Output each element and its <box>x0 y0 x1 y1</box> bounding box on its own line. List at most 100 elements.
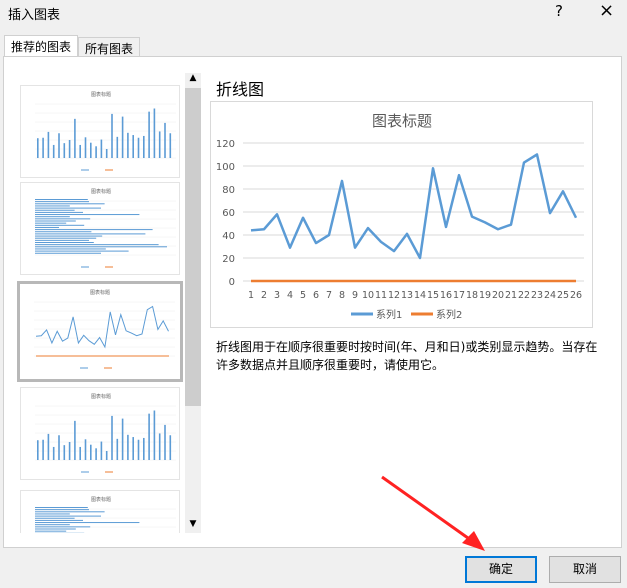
line-chart: 图表标题0204060801001201 2 3 4 5 6 7 8 9 10 11 12 13 14 15… <box>216 112 584 321</box>
series-line-1 <box>250 153 578 260</box>
thumbnail-hbar <box>35 220 76 222</box>
scroll-down-icon[interactable]: ▼ <box>185 519 201 529</box>
thumbnail-hbar <box>35 211 83 213</box>
thumbnail-hbar <box>35 515 101 517</box>
legend-label: 系列2 <box>436 308 462 321</box>
thumbnail-hbar <box>35 519 83 521</box>
scrollbar-thumb[interactable] <box>185 88 201 406</box>
chart-thumbnail-column[interactable]: 图表标题 <box>20 85 180 178</box>
thumbnail-bar <box>111 415 113 460</box>
thumbnail-hbar <box>35 231 92 233</box>
thumbnail-bar <box>158 433 161 460</box>
thumbnail-bar <box>137 137 140 158</box>
thumbnail-title: 图表标题 <box>91 188 111 195</box>
thumbnail-bar <box>100 441 103 460</box>
thumbnail-bar <box>58 133 60 158</box>
chart-thumbnail-bar[interactable]: 图表标题 <box>20 490 180 533</box>
thumbnail-hbar <box>35 235 103 237</box>
thumbnail-bar <box>79 144 81 158</box>
x-tick-label: 23 <box>531 290 543 301</box>
x-tick-label: 10 <box>362 290 374 301</box>
thumbnail-bar <box>42 439 44 460</box>
thumbnail-title: 图表标题 <box>91 393 111 400</box>
thumbnail-hbar <box>35 214 140 216</box>
x-tick-label: 7 <box>326 290 332 301</box>
thumbnail-bar <box>158 131 161 158</box>
thumbnail-bar <box>132 135 134 158</box>
chart-thumbnail-bar[interactable]: 图表标题 <box>20 182 180 275</box>
thumbnail-hbar <box>35 528 76 530</box>
y-tick-label: 100 <box>216 162 235 173</box>
thumbnail-bar <box>132 437 134 460</box>
tab-recommended-charts[interactable]: 推荐的图表 <box>4 35 79 56</box>
y-tick-label: 80 <box>222 185 235 196</box>
thumbnail-hbar <box>35 207 101 209</box>
thumbnail-hbar <box>35 252 101 254</box>
thumbnail-bar <box>84 439 87 460</box>
thumbnail-bar <box>100 139 103 158</box>
x-tick-label: 14 <box>414 290 426 301</box>
x-tick-label: 9 <box>352 290 358 301</box>
x-tick-label: 17 <box>453 290 465 301</box>
help-button[interactable]: ? <box>555 2 563 20</box>
ok-button[interactable]: 确定 <box>465 556 537 583</box>
thumbnail-hbar <box>35 530 67 532</box>
thumbnail-hbar <box>35 246 167 248</box>
chart-preview: 图表标题 0 20 40 60 80 100 120 1 2 3 4 5 6 7 8 9 10 11 12 13 14 15… <box>210 101 593 328</box>
thumbnail-title: 图表标题 <box>90 289 110 296</box>
thumbnail-hbar <box>35 209 75 211</box>
thumbnail-bar <box>127 132 129 158</box>
x-tick-label: 16 <box>440 290 452 301</box>
cancel-button[interactable]: 取消 <box>549 556 621 583</box>
thumbnail-hbar <box>35 226 59 228</box>
thumbnail-chart: 图表标题 <box>34 289 175 369</box>
thumbnail-bar <box>169 133 172 158</box>
thumbnail-bar <box>74 420 76 460</box>
close-button[interactable]: × <box>599 0 614 21</box>
thumbnail-hbar <box>35 242 94 243</box>
thumbnail-bar <box>90 142 92 158</box>
x-tick-label: 1 <box>248 290 254 301</box>
thumbnail-bar <box>84 137 87 158</box>
thumbnail-bar <box>37 440 39 460</box>
thumbnail-hbar <box>35 511 105 513</box>
thumbnail-hbar <box>35 203 105 205</box>
thumbnail-bar <box>37 138 39 158</box>
thumbnail-bar <box>111 113 113 158</box>
thumbnail-hbar <box>35 507 88 508</box>
thumbnail-bar <box>42 137 44 158</box>
thumbnail-hbar <box>35 218 91 220</box>
thumbnail-bar <box>52 446 55 460</box>
thumbnail-chart: 图表标题 <box>35 188 176 268</box>
thumbnail-bar <box>105 451 108 460</box>
thumbnail-bar <box>63 445 66 460</box>
x-tick-label: 2 <box>261 290 267 301</box>
thumbnail-hbar <box>35 224 85 226</box>
legend-label: 系列1 <box>376 308 402 321</box>
thumbnail-bar <box>105 149 108 158</box>
thumbnail-hbar <box>35 526 91 528</box>
thumbnail-bar <box>137 439 140 460</box>
chart-type-name: 折线图 <box>216 80 265 99</box>
thumbnail-hbar <box>35 201 89 203</box>
y-tick-label: 120 <box>216 139 235 150</box>
chart-thumbnail-line[interactable]: 图表标题 <box>17 281 183 382</box>
thumbnail-chart: 图表标题 <box>35 91 176 171</box>
tab-all-charts[interactable]: 所有图表 <box>78 37 141 57</box>
red-arrow-annotation <box>381 475 485 551</box>
thumbnail-bar <box>95 146 97 158</box>
thumbnail-line <box>35 305 169 349</box>
thumbnail-bar <box>143 437 145 460</box>
thumbnail-hbar <box>35 199 88 200</box>
thumbnail-bar <box>52 144 55 158</box>
thumbnail-hbar <box>35 522 140 524</box>
thumbnail-bar <box>153 108 156 158</box>
thumbnail-bar <box>116 438 119 460</box>
scroll-up-icon[interactable]: ▲ <box>185 73 201 83</box>
x-tick-label: 11 <box>375 290 387 301</box>
chart-thumbnail-column[interactable]: 图表标题 <box>20 387 180 480</box>
thumbnail-hbar <box>35 513 70 515</box>
thumbnail-hbar <box>35 239 89 241</box>
x-tick-label: 6 <box>313 290 319 301</box>
dialog-title: 插入图表 <box>8 8 61 23</box>
